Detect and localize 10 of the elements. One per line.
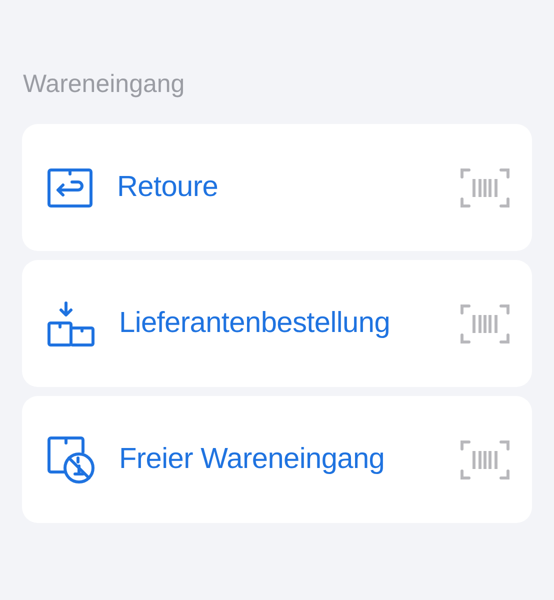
return-box-icon bbox=[47, 168, 93, 208]
barcode-scan-icon[interactable] bbox=[460, 166, 510, 208]
box-prohibited-icon bbox=[47, 436, 95, 484]
menu-card[interactable]: Retoure bbox=[22, 124, 532, 251]
menu-card[interactable]: Freier Wareneingang bbox=[22, 396, 532, 523]
barcode-scan-icon[interactable] bbox=[460, 438, 510, 480]
barcode-scan-icon[interactable] bbox=[460, 302, 510, 344]
menu-card[interactable]: Lieferantenbestellung bbox=[22, 260, 532, 387]
boxes-arrow-icon bbox=[47, 300, 95, 346]
section-title: Wareneingang bbox=[23, 70, 185, 99]
